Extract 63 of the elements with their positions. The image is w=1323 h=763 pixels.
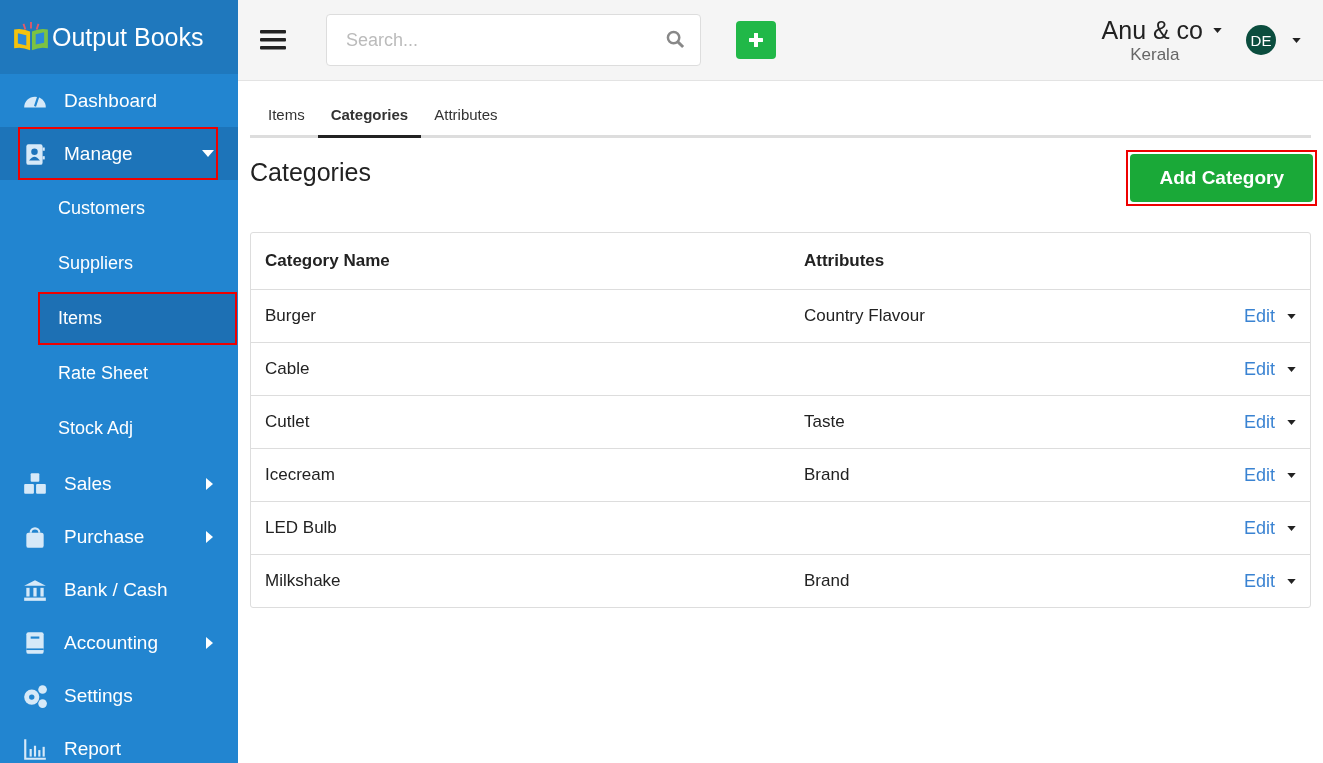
edit-link[interactable]: Edit [1243,517,1275,539]
table-cell-text: LED Bulb [264,518,338,538]
search-icon [666,30,685,49]
sidebar-item[interactable]: Accounting [0,616,238,669]
sidebar-item-label: Settings [64,684,134,707]
column-header: Category Name [264,251,391,271]
company-location: Kerala [1130,44,1180,65]
page-title: Categories [250,158,371,187]
submenu-item[interactable]: Items [38,292,237,345]
sidebar-item[interactable]: Report [0,722,238,763]
add-category-button[interactable]: Add Category [1130,154,1313,202]
sidebar-item-label: Report [64,737,123,760]
open-book-logo-icon [12,22,50,52]
submenu-item[interactable]: Customers [38,182,237,235]
table-cell-text: Cable [264,359,311,379]
table-cell: Brand [804,465,850,484]
caret-down-icon[interactable] [1287,419,1296,425]
submenu-item[interactable]: Suppliers [38,237,237,290]
table-cell-text: Milkshake [264,571,342,591]
table-cell-text: Cutlet [264,412,311,432]
company-name[interactable]: Anu & co [1101,15,1203,45]
submenu-item[interactable]: Rate Sheet [38,347,237,400]
table-cell: Country Flavour [804,306,925,325]
sidebar-item-label: Sales [64,472,113,495]
edit-link[interactable]: Edit [1243,411,1275,433]
table-cell: Brand [804,571,850,590]
table-cell-text: Burger [264,306,318,326]
edit-link[interactable]: Edit [1243,570,1275,592]
search-field[interactable]: Search... [326,14,701,66]
table-cell: Taste [804,412,845,431]
column-header: Attributes [803,251,886,271]
caret-down-icon[interactable] [1287,472,1296,478]
sidebar-item[interactable]: Manage [0,127,238,180]
boxes-icon [22,470,48,497]
sidebar-item[interactable]: Sales [0,457,238,510]
tab[interactable]: Attributes [421,95,511,138]
add-button[interactable] [736,21,776,59]
plus-icon [749,33,763,47]
sidebar-item[interactable]: Settings [0,669,238,722]
caret-down-icon[interactable] [1213,27,1222,33]
caret-down-icon[interactable] [1287,525,1296,531]
sidebar-item-label: Manage [64,142,134,165]
caret-down-icon[interactable] [1287,313,1296,319]
edit-link[interactable]: Edit [1243,358,1275,380]
sidebar-item-label: Purchase [64,525,146,548]
sidebar-item-label: Bank / Cash [64,578,169,601]
sidebar-item[interactable]: Bank / Cash [0,563,238,616]
user-avatar[interactable]: DE [1246,25,1276,55]
table-cell-text: Icecream [264,465,336,485]
caret-down-icon[interactable] [1287,366,1296,372]
edit-link[interactable]: Edit [1243,464,1275,486]
menu-icon[interactable] [260,28,286,52]
sidebar-item-label: Dashboard [64,89,158,112]
tab[interactable]: Items [255,95,318,138]
brand-name: Output Books [52,22,204,52]
sidebar-item-label: Accounting [64,631,159,654]
caret-down-icon[interactable] [1287,578,1296,584]
caret-down-icon[interactable] [1292,37,1301,43]
submenu-item[interactable]: Stock Adj [38,402,237,455]
edit-link[interactable]: Edit [1243,305,1275,327]
sidebar-item[interactable]: Purchase [0,510,238,563]
sidebar-item[interactable]: Dashboard [0,74,238,127]
tab[interactable]: Categories [317,95,422,138]
